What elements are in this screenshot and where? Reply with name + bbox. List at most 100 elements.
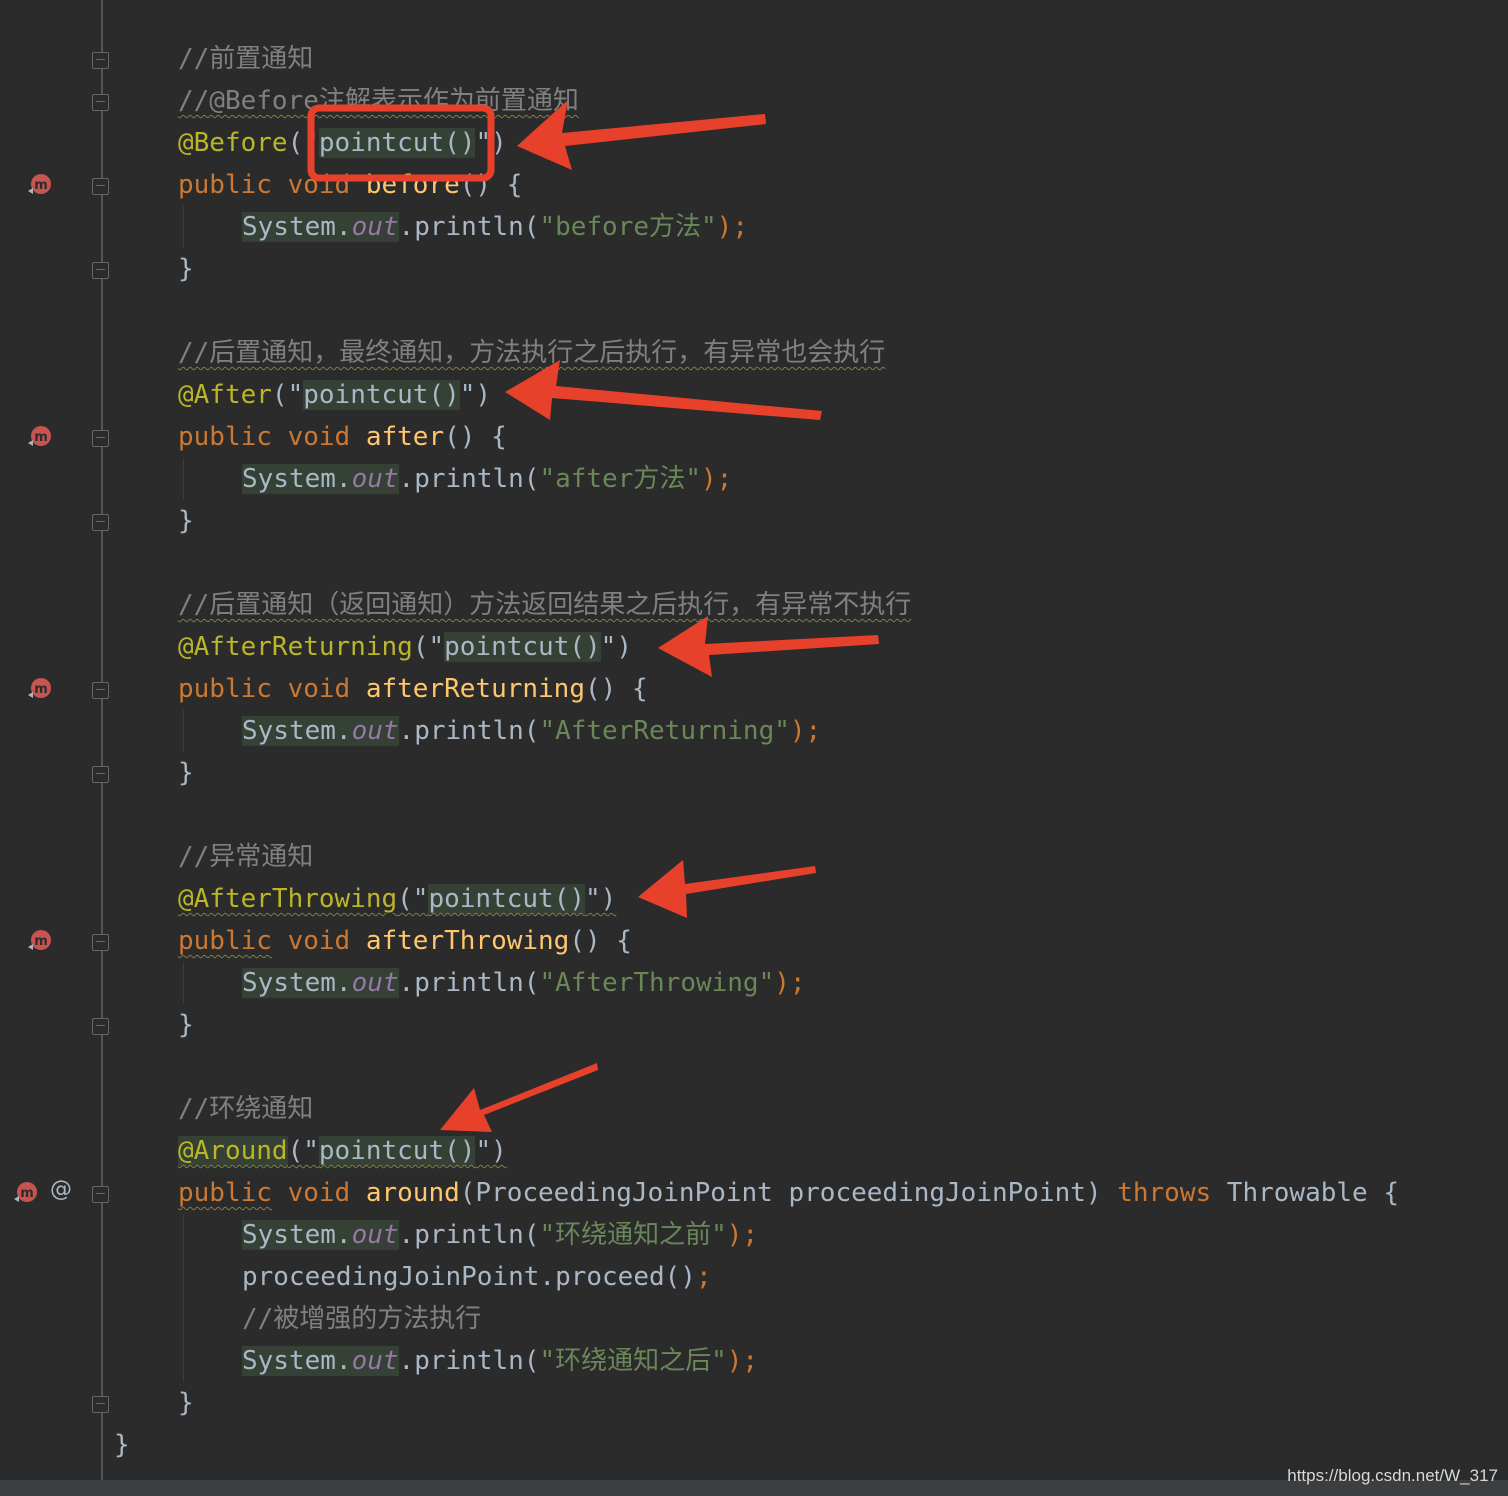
code-token: .println( bbox=[398, 1220, 540, 1250]
code-token: afterReturning bbox=[365, 674, 585, 704]
code-line-brace[interactable]: } bbox=[178, 1382, 194, 1424]
code-line-comment[interactable]: //@Before注解表示作为前置通知 bbox=[178, 80, 579, 122]
code-line-annotation[interactable]: @Around("pointcut()") bbox=[178, 1130, 507, 1172]
fold-marker[interactable] bbox=[92, 1018, 109, 1035]
code-line-statement[interactable]: System.out.println("AfterReturning"); bbox=[242, 710, 821, 752]
code-token: . bbox=[335, 1220, 352, 1250]
code-token: (" bbox=[287, 128, 319, 158]
code-line-statement[interactable]: System.out.println("环绕通知之前"); bbox=[242, 1214, 758, 1256]
code-line-brace[interactable]: } bbox=[114, 1424, 130, 1466]
fold-marker[interactable] bbox=[92, 178, 109, 195]
code-token: System bbox=[242, 464, 336, 494]
code-token: pointcut() bbox=[444, 632, 601, 662]
code-token: pointcut() bbox=[428, 884, 586, 914]
code-token: .println( bbox=[398, 968, 540, 998]
code-token: } bbox=[178, 506, 194, 536]
svg-text:m: m bbox=[34, 430, 48, 445]
code-line-comment[interactable]: //后置通知（返回通知）方法返回结果之后执行，有异常不执行 bbox=[178, 584, 911, 626]
code-line-brace[interactable]: } bbox=[178, 500, 194, 542]
code-token: "环绕通知之前" bbox=[539, 1220, 727, 1250]
code-token: //后置通知（返回通知）方法返回结果之后执行，有异常不执行 bbox=[178, 590, 912, 620]
code-line-comment[interactable]: //前置通知 bbox=[178, 38, 313, 80]
code-line-comment[interactable]: //环绕通知 bbox=[178, 1088, 313, 1130]
fold-marker[interactable] bbox=[92, 430, 109, 447]
code-token: @AfterThrowing bbox=[178, 884, 398, 914]
code-line-brace[interactable]: } bbox=[178, 248, 194, 290]
fold-marker[interactable] bbox=[92, 52, 109, 69]
code-token: public void bbox=[178, 422, 366, 452]
code-token: Throwable { bbox=[1226, 1178, 1399, 1208]
code-token: around bbox=[365, 1178, 460, 1208]
code-token: @Before bbox=[178, 128, 288, 158]
fold-marker[interactable] bbox=[92, 1186, 109, 1203]
code-token: ); bbox=[701, 464, 733, 494]
code-line-annotation[interactable]: @After("pointcut()") bbox=[178, 374, 491, 416]
code-token: ") bbox=[600, 632, 632, 662]
code-token: //环绕通知 bbox=[178, 1094, 314, 1124]
fold-marker[interactable] bbox=[92, 1396, 109, 1413]
code-token: } bbox=[178, 1010, 194, 1040]
code-editor[interactable]: m m m m m @ //前置通知 //@Before注解表示作为前置通知 @… bbox=[0, 0, 1508, 1480]
code-token: //后置通知，最终通知，方法执行之后执行，有异常也会执行 bbox=[178, 338, 886, 368]
code-token: } bbox=[178, 758, 194, 788]
code-token: System bbox=[242, 716, 336, 746]
code-token: out bbox=[351, 1220, 399, 1250]
code-line-statement[interactable]: System.out.println("AfterThrowing"); bbox=[242, 962, 806, 1004]
fold-marker[interactable] bbox=[92, 766, 109, 783]
svg-text:m: m bbox=[34, 934, 48, 949]
code-token: } bbox=[178, 254, 194, 284]
code-token: ") bbox=[475, 1136, 507, 1166]
code-token: @AfterReturning bbox=[178, 632, 413, 662]
code-token: ") bbox=[459, 380, 492, 410]
fold-marker[interactable] bbox=[92, 514, 109, 531]
code-token: (" bbox=[397, 884, 429, 914]
code-line-method[interactable]: public void afterThrowing() { bbox=[178, 920, 632, 962]
code-line-comment[interactable]: //后置通知，最终通知，方法执行之后执行，有异常也会执行 bbox=[178, 332, 885, 374]
method-override-icon[interactable]: m bbox=[26, 675, 54, 703]
method-override-icon[interactable]: m bbox=[12, 1179, 40, 1207]
code-token: ); bbox=[789, 716, 822, 746]
fold-marker[interactable] bbox=[92, 682, 109, 699]
fold-marker[interactable] bbox=[92, 934, 109, 951]
code-line-statement[interactable]: System.out.println("after方法"); bbox=[242, 458, 732, 500]
code-token: out bbox=[351, 1346, 399, 1376]
code-token: @After bbox=[178, 380, 272, 410]
code-token: public void bbox=[178, 170, 366, 200]
method-override-icon[interactable]: m bbox=[26, 423, 54, 451]
code-token: ; bbox=[695, 1262, 712, 1292]
code-token: "AfterReturning" bbox=[539, 716, 790, 746]
annotation-at-icon[interactable]: @ bbox=[50, 1177, 72, 1202]
code-token: .println( bbox=[398, 1346, 540, 1376]
code-token: ") bbox=[585, 884, 617, 914]
code-line-comment[interactable]: //被增强的方法执行 bbox=[242, 1298, 481, 1340]
code-token: //被增强的方法执行 bbox=[242, 1304, 482, 1334]
code-token: ); bbox=[716, 212, 748, 242]
fold-marker[interactable] bbox=[92, 94, 109, 111]
indent-guide bbox=[183, 206, 184, 248]
code-line-method[interactable]: public void afterReturning() { bbox=[178, 668, 648, 710]
code-line-brace[interactable]: } bbox=[178, 1004, 194, 1046]
code-line-method[interactable]: public void before() { bbox=[178, 164, 522, 206]
code-line-method[interactable]: public void around(ProceedingJoinPoint p… bbox=[178, 1172, 1399, 1214]
code-token: out bbox=[351, 968, 399, 998]
code-line-statement[interactable]: proceedingJoinPoint.proceed(); bbox=[242, 1256, 712, 1298]
code-token: ); bbox=[774, 968, 806, 998]
method-override-icon[interactable]: m bbox=[26, 171, 54, 199]
gutter-separator bbox=[101, 0, 103, 1480]
fold-marker[interactable] bbox=[92, 262, 109, 279]
code-token: System bbox=[242, 968, 336, 998]
code-line-statement[interactable]: System.out.println("环绕通知之后"); bbox=[242, 1340, 758, 1382]
code-line-annotation[interactable]: @AfterReturning("pointcut()") bbox=[178, 626, 632, 668]
svg-text:m: m bbox=[20, 1186, 34, 1201]
editor-bottom-strip bbox=[0, 1480, 1508, 1496]
code-token: "before方法" bbox=[539, 212, 717, 242]
code-line-annotation[interactable]: @Before("pointcut()") bbox=[178, 122, 507, 164]
code-line-brace[interactable]: } bbox=[178, 752, 194, 794]
code-line-annotation[interactable]: @AfterThrowing("pointcut()") bbox=[178, 878, 616, 920]
code-line-statement[interactable]: System.out.println("before方法"); bbox=[242, 206, 748, 248]
code-token: } bbox=[114, 1430, 130, 1460]
code-token: public bbox=[178, 926, 272, 956]
method-override-icon[interactable]: m bbox=[26, 927, 54, 955]
code-line-method[interactable]: public void after() { bbox=[178, 416, 507, 458]
code-line-comment[interactable]: //异常通知 bbox=[178, 836, 313, 878]
